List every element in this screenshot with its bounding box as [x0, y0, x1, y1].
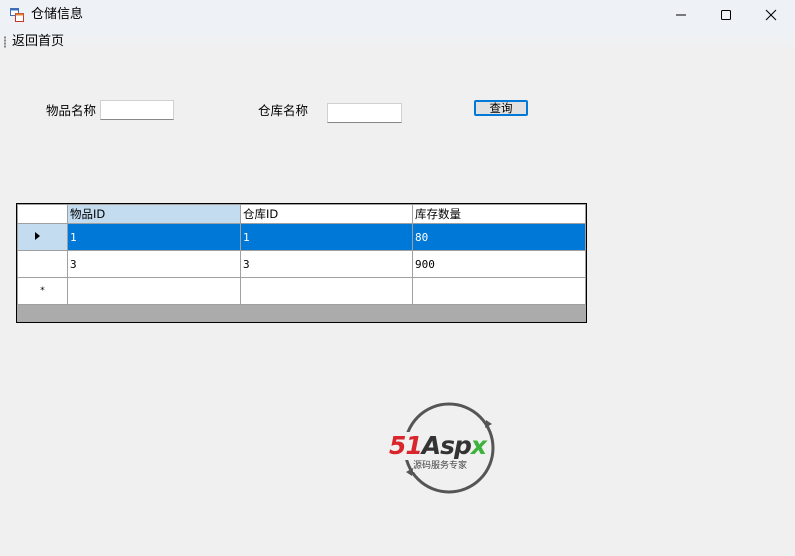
maximize-button[interactable]	[703, 0, 749, 30]
cell-quantity[interactable]: 80	[412, 223, 586, 251]
close-icon	[765, 9, 777, 21]
cell-warehouse-id[interactable]: 3	[240, 250, 413, 278]
grid-corner-header[interactable]	[17, 204, 68, 224]
title-bar: 仓储信息	[0, 0, 795, 30]
query-button[interactable]: 查询	[474, 100, 528, 116]
row-header[interactable]	[17, 250, 68, 278]
menu-grip-handle	[4, 36, 6, 48]
minimize-button[interactable]	[658, 0, 704, 30]
cell-new-item-id[interactable]	[67, 277, 241, 305]
menu-item-back-home[interactable]: 返回首页	[12, 34, 64, 50]
logo-wordmark: 51Aspx	[388, 431, 487, 460]
window-title: 仓储信息	[31, 7, 84, 22]
current-row-arrow-icon	[35, 231, 40, 240]
menu-strip: 返回首页	[0, 30, 795, 52]
new-row-marker: *	[17, 277, 68, 305]
item-name-label: 物品名称	[46, 103, 97, 118]
cell-item-id[interactable]: 3	[67, 250, 241, 278]
new-row[interactable]: *	[17, 277, 586, 305]
warehouse-name-input[interactable]	[327, 103, 402, 123]
app-icon	[10, 8, 24, 22]
column-header-quantity[interactable]: 库存数量	[412, 204, 586, 224]
minimize-icon	[676, 14, 686, 16]
table-row[interactable]: 1 1 80	[17, 223, 586, 251]
warehouse-name-label: 仓库名称	[258, 103, 309, 118]
cell-quantity[interactable]: 900	[412, 250, 586, 278]
column-header-item-id[interactable]: 物品ID	[67, 204, 241, 224]
logo-tagline: 源码服务专家	[413, 461, 468, 472]
row-header[interactable]	[17, 223, 68, 251]
cell-new-quantity[interactable]	[412, 277, 586, 305]
table-row[interactable]: 3 3 900	[17, 250, 586, 278]
cell-item-id[interactable]: 1	[67, 223, 241, 251]
inventory-grid[interactable]: 物品ID 仓库ID 库存数量 1 1 80 3 3 900 *	[16, 203, 587, 323]
cell-new-warehouse-id[interactable]	[240, 277, 413, 305]
maximize-icon	[721, 10, 731, 20]
item-name-input[interactable]	[100, 100, 174, 120]
cell-warehouse-id[interactable]: 1	[240, 223, 413, 251]
column-header-warehouse-id[interactable]: 仓库ID	[240, 204, 413, 224]
watermark-logo: 51Aspx 源码服务专家	[386, 402, 514, 496]
close-button[interactable]	[748, 0, 794, 30]
